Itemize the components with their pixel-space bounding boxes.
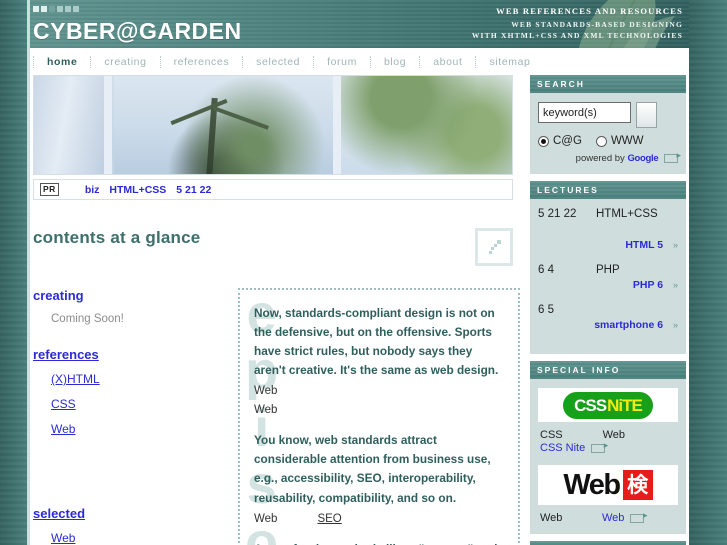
lecture-link-html5[interactable]: HTML 5: [625, 239, 663, 251]
nav-item-home[interactable]: home: [33, 55, 90, 68]
page-root: CYBER@GARDEN WEB REFERENCES AND RESOURCE…: [0, 0, 727, 545]
panel-paragraph-en: A set of web standards like a "canvas," …: [254, 540, 506, 545]
chevron-right-icon: »: [672, 320, 678, 330]
hero-image: [33, 75, 513, 175]
lecture-link: smartphone 6 »: [538, 319, 678, 331]
pixel-dots-decoration: [33, 6, 79, 12]
lecture-link: PHP 6 »: [538, 279, 678, 291]
powered-by-google: powered by Google: [538, 150, 681, 164]
sidebar-heading-search: SEARCH: [530, 75, 686, 93]
references-link-list: (X)HTML CSS Web: [51, 372, 238, 486]
pr-link-htmlcss[interactable]: HTML+CSS: [109, 184, 166, 196]
creating-note: Coming Soon!: [51, 313, 124, 325]
nav-item-forum[interactable]: forum: [313, 55, 370, 68]
lecture-link-smartphone[interactable]: smartphone 6: [594, 319, 663, 331]
list-item[interactable]: [51, 447, 238, 461]
cssnite-link-row: CSS Nite: [540, 440, 678, 454]
search-input[interactable]: [538, 102, 631, 123]
nav-item-creating[interactable]: creating: [90, 55, 159, 68]
search-submit-button[interactable]: [636, 102, 657, 128]
cssnite-caption: CSS Web: [540, 429, 626, 441]
glance-left-column: creating Coming Soon! references (X)HTML…: [33, 288, 238, 545]
list-item[interactable]: Web: [51, 422, 238, 436]
arrow-right-icon[interactable]: [591, 440, 608, 453]
list-item[interactable]: Web: [51, 531, 238, 545]
panel-paragraph-en: Now, standards-compliant design is not o…: [254, 306, 499, 378]
episode-panel: episode Now, standards-compliant design …: [238, 288, 520, 545]
nav-item-selected[interactable]: selected: [242, 55, 313, 68]
left-rail: [0, 0, 27, 545]
section-link-selected[interactable]: selected: [33, 506, 85, 521]
list-item[interactable]: CSS: [51, 397, 238, 411]
main-column: PR biz HTML+CSS 5 21 22 contents at a gl…: [33, 75, 522, 545]
selected-link-list: Web: [51, 531, 238, 545]
section-heading-selected: selected: [33, 506, 238, 521]
chevron-right-icon: »: [672, 240, 678, 250]
arrow-right-icon[interactable]: [664, 150, 681, 163]
webken-link-row: Web Web: [540, 510, 678, 524]
tagline-line-2: WEB STANDARDS-BASED DESIGNING: [511, 20, 683, 29]
lecture-link: HTML 5 »: [538, 239, 678, 251]
cssnite-logo[interactable]: CSS NiTE: [538, 388, 678, 422]
radio-icon[interactable]: [538, 135, 549, 147]
sidebar-box-publications: PUBLICATIONS: [530, 541, 686, 545]
right-rail: [689, 0, 727, 545]
nav-item-references[interactable]: references: [159, 55, 243, 68]
sidebar-heading-special-info: SPECIAL INFO: [530, 361, 686, 379]
radio-option-cag[interactable]: C@G: [538, 135, 582, 147]
tagline-line-1: WEB REFERENCES AND RESOURCES: [496, 6, 683, 16]
sidebar-box-lectures: LECTURES 5 21 22 HTML+CSS HTML 5 » 6 4 P…: [530, 181, 686, 354]
panel-paragraph-jp: Web Web: [254, 385, 278, 416]
webken-link[interactable]: Web: [602, 512, 624, 524]
glance-right-column: episode Now, standards-compliant design …: [238, 288, 520, 545]
page-title: contents at a glance: [33, 228, 201, 247]
sidebar-heading-publications: PUBLICATIONS: [530, 541, 686, 545]
list-item[interactable]: (X)HTML: [51, 372, 238, 386]
webken-logo[interactable]: Web 検: [538, 465, 678, 505]
arrow-right-icon[interactable]: [630, 510, 647, 523]
lecture-row: 6 5: [538, 304, 554, 316]
section-heading-creating: creating: [33, 288, 84, 303]
content-columns: PR biz HTML+CSS 5 21 22 contents at a gl…: [30, 75, 689, 545]
radio-icon[interactable]: [595, 135, 607, 147]
tagline-line-3: WITH XHTML+CSS AND XML TECHNOLOGIES: [471, 30, 683, 40]
lecture-link-php6[interactable]: PHP 6: [633, 279, 663, 291]
main-navigation: home creating references selected forum …: [30, 48, 689, 75]
panel-paragraph-jp: Web SEO: [254, 512, 342, 525]
search-scope-radios: C@G WWW: [538, 135, 678, 147]
page-canvas: CYBER@GARDEN WEB REFERENCES AND RESOURCE…: [30, 0, 689, 545]
pr-bar: PR biz HTML+CSS 5 21 22: [33, 179, 513, 200]
sidebar: SEARCH C@G: [530, 75, 686, 545]
section-link-references[interactable]: references: [33, 347, 99, 362]
pr-link-date[interactable]: 5 21 22: [176, 184, 211, 196]
sidebar-box-special-info: SPECIAL INFO CSS NiTE CSS Web CSS Nite ▸…: [530, 361, 686, 534]
pr-badge: PR: [40, 183, 59, 196]
lecture-row: 5 21 22 HTML+CSS: [538, 208, 658, 220]
external-link-icon[interactable]: [475, 228, 513, 266]
list-item[interactable]: [51, 472, 238, 486]
sidebar-heading-lectures: LECTURES: [530, 181, 686, 199]
nav-item-blog[interactable]: blog: [369, 55, 419, 68]
cssnite-link[interactable]: CSS Nite: [540, 442, 585, 454]
section-heading-references: references: [33, 347, 238, 362]
radio-option-www[interactable]: WWW: [595, 135, 644, 147]
glance-header-row: contents at a glance: [33, 228, 513, 266]
site-header: CYBER@GARDEN WEB REFERENCES AND RESOURCE…: [30, 0, 689, 48]
nav-item-sitemap[interactable]: sitemap: [475, 55, 543, 68]
panel-paragraph-en: You know, web standards attract consider…: [254, 433, 491, 505]
glance-content: creating Coming Soon! references (X)HTML…: [33, 288, 520, 545]
chevron-right-icon: »: [672, 280, 678, 290]
nav-item-about[interactable]: about: [419, 55, 475, 68]
site-tagline: WEB REFERENCES AND RESOURCES WEB STANDAR…: [472, 6, 683, 42]
lecture-row: 6 4 PHP: [538, 264, 620, 276]
sidebar-box-search: SEARCH C@G: [530, 75, 686, 174]
pr-link-biz[interactable]: biz: [85, 184, 100, 196]
site-title: CYBER@GARDEN: [33, 18, 242, 44]
